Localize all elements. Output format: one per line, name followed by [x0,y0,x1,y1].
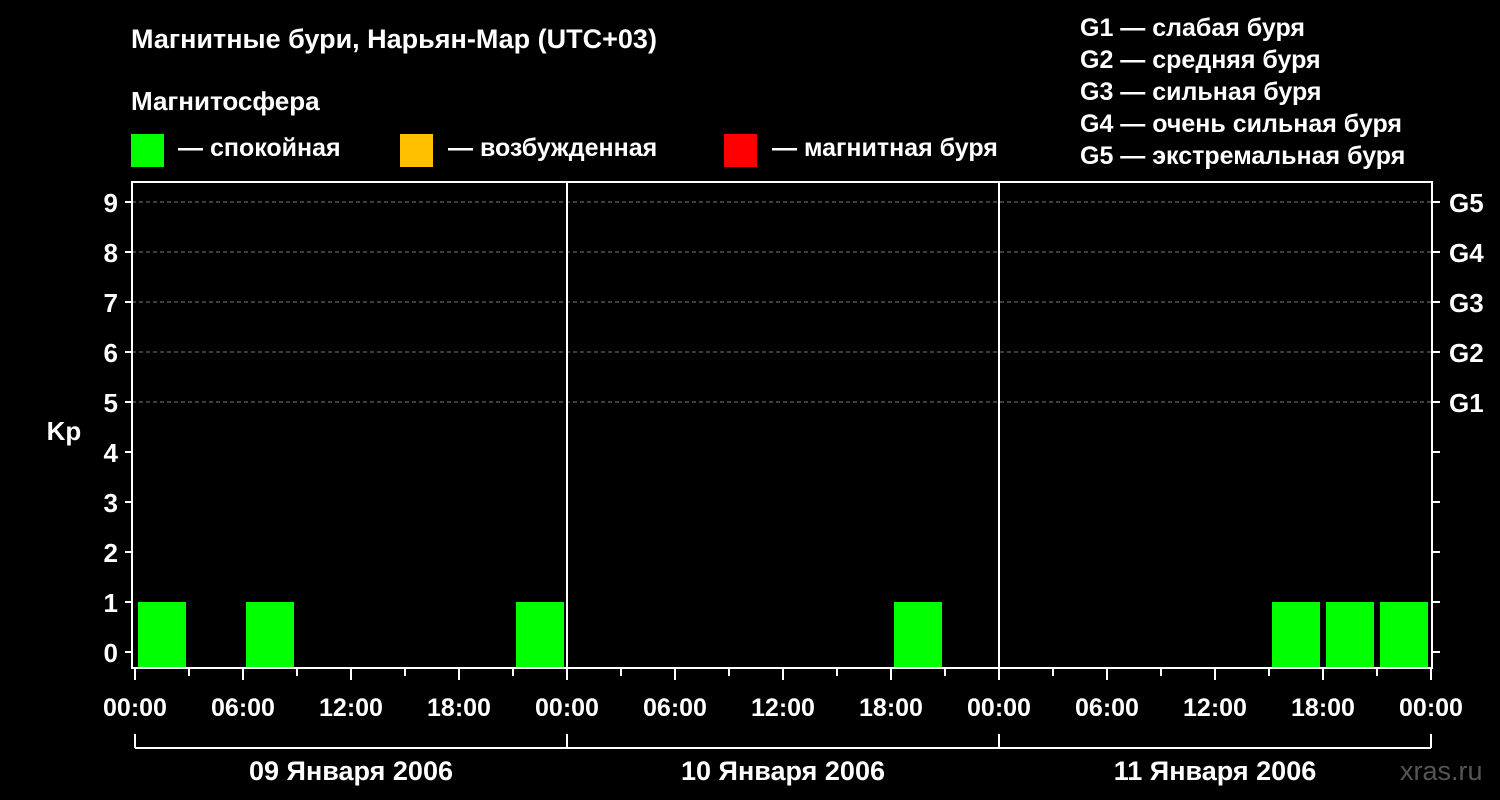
y-axis-label: Kp [47,416,82,446]
y-tick-label: 4 [104,438,119,468]
x-tick-label: 12:00 [1183,694,1247,722]
watermark: xras.ru [1400,756,1483,786]
kp-bar [516,602,564,668]
y-tick-label: 8 [104,238,118,268]
x-tick-label: 12:00 [319,694,383,722]
x-tick-label: 12:00 [751,694,815,722]
plot-frame [131,181,1433,669]
y-tick-label: 9 [104,188,118,218]
kp-chart: 0 1 2 3 4 5 6 7 8 9 G1 G2 G3 G4 G5 Kp 00:00 06:00 12:00 18:… [47,181,1484,786]
x-tick-label: 00:00 [535,694,599,722]
day-label: 10 Января 2006 [681,756,885,786]
kp-bar [1326,602,1374,668]
x-tick-label: 06:00 [211,694,275,722]
y-tick-label: 5 [104,388,118,418]
x-tick-label: 18:00 [859,694,923,722]
x-tick-label: 00:00 [967,694,1031,722]
x-tick-label: 00:00 [103,694,167,722]
day-label: 09 Января 2006 [249,756,453,786]
y-tick-label: 2 [104,538,118,568]
g-level-label: G5 [1449,188,1484,218]
g-level-label: G1 [1449,388,1484,418]
y-tick-label: 7 [104,288,118,318]
x-tick-label: 06:00 [643,694,707,722]
g-level-label: G3 [1449,288,1484,318]
x-tick-label: 18:00 [427,694,491,722]
g-level-label: G2 [1449,338,1484,368]
kp-bar [1272,602,1320,668]
x-tick-label: 06:00 [1075,694,1139,722]
day-label: 11 Января 2006 [1114,756,1316,786]
y-tick-label: 3 [104,488,118,518]
kp-bar [246,602,294,668]
kp-bar [1380,602,1428,668]
x-tick-label: 00:00 [1399,694,1463,722]
x-tick-label: 18:00 [1291,694,1355,722]
kp-bar [138,602,186,668]
g-level-label: G4 [1449,238,1484,268]
y-tick-label: 1 [104,588,118,618]
kp-bar [894,602,942,668]
y-tick-label: 0 [104,638,118,668]
y-tick-label: 6 [104,338,118,368]
